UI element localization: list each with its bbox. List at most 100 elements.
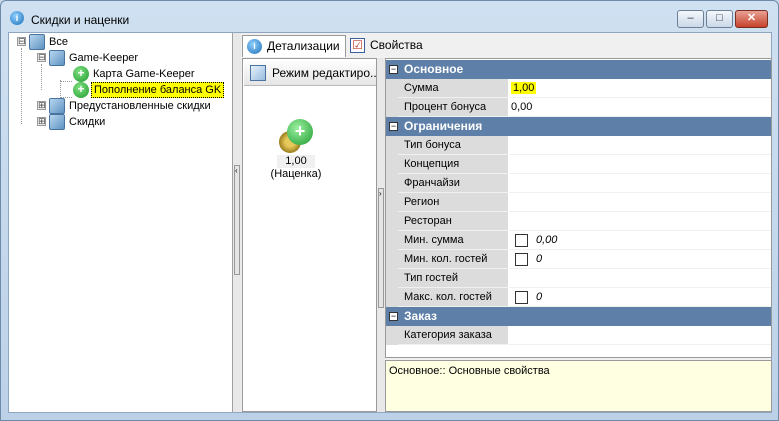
folder-icon bbox=[49, 114, 65, 130]
tab-label: Свойства bbox=[370, 38, 423, 52]
app-info-icon: i bbox=[10, 11, 24, 25]
category-title: Заказ bbox=[404, 309, 437, 323]
property-row-max-guests[interactable]: Макс. кол. гостей 0 bbox=[386, 288, 771, 307]
plus-icon: + bbox=[73, 82, 89, 98]
max-guests-value: 0 bbox=[536, 291, 543, 303]
category-order[interactable]: − Заказ bbox=[386, 307, 771, 326]
tree-node-label: Предустановленные скидки bbox=[69, 100, 211, 112]
tree-node-label-selected: Пополнение баланса GK bbox=[91, 82, 225, 98]
collapse-icon[interactable]: − bbox=[389, 312, 398, 321]
property-row-order-category[interactable]: Категория заказа bbox=[386, 326, 771, 345]
property-row-sum[interactable]: Сумма 1,00 bbox=[386, 79, 771, 98]
min-sum-value: 0,00 bbox=[536, 234, 558, 246]
property-name: Франчайзи bbox=[398, 174, 508, 193]
property-name: Мин. сумма bbox=[398, 231, 508, 250]
tree-line bbox=[21, 48, 22, 124]
row-gutter bbox=[386, 155, 398, 174]
minimize-button[interactable]: – bbox=[677, 10, 704, 28]
details-area: Режим редактиро... + 1,00 (Наценка) bbox=[242, 33, 377, 412]
edit-mode-button[interactable]: Режим редактиро... bbox=[244, 60, 376, 86]
property-grid[interactable]: − Основное Сумма 1,00 Процент бонуса 0,0… bbox=[385, 58, 772, 358]
property-value[interactable]: 0,00 bbox=[509, 98, 771, 117]
maximize-button[interactable]: □ bbox=[706, 10, 733, 28]
plus-icon: + bbox=[287, 119, 313, 145]
left-splitter[interactable]: ‹ bbox=[233, 33, 241, 412]
category-tree[interactable]: ⊟ Все ⊟ Game-Keeper + Карта Game-Keeper … bbox=[9, 33, 233, 412]
property-value[interactable]: 0 bbox=[509, 288, 771, 307]
edit-mode-icon bbox=[250, 65, 266, 81]
property-name: Макс. кол. гостей bbox=[398, 288, 508, 307]
min-sum-checkbox[interactable] bbox=[515, 233, 528, 247]
markup-icon: + bbox=[279, 119, 313, 153]
property-value[interactable] bbox=[509, 269, 771, 288]
close-button[interactable]: ✕ bbox=[735, 10, 768, 28]
client-area: ⊟ Все ⊟ Game-Keeper + Карта Game-Keeper … bbox=[8, 32, 772, 413]
row-gutter bbox=[386, 98, 398, 117]
property-row-min-sum[interactable]: Мин. сумма 0,00 bbox=[386, 231, 771, 250]
property-value[interactable] bbox=[509, 193, 771, 212]
tree-node-label: Game-Keeper bbox=[69, 52, 139, 64]
edit-mode-label: Режим редактиро... bbox=[272, 66, 376, 80]
property-name: Процент бонуса bbox=[398, 98, 508, 117]
property-value[interactable] bbox=[509, 136, 771, 155]
right-splitter[interactable]: › bbox=[377, 58, 385, 412]
folder-icon bbox=[49, 50, 65, 66]
plus-icon: + bbox=[73, 66, 89, 82]
collapse-left-arrow-icon[interactable]: ‹ bbox=[234, 165, 240, 275]
property-value[interactable] bbox=[509, 326, 771, 345]
window-title: Скидки и наценки bbox=[31, 13, 130, 27]
tree-node-label: Все bbox=[49, 36, 68, 48]
row-gutter bbox=[386, 288, 398, 307]
title-bar[interactable]: i Скидки и наценки – □ ✕ bbox=[1, 1, 778, 31]
row-gutter bbox=[386, 136, 398, 155]
category-title: Основное bbox=[404, 62, 464, 76]
property-row-concept[interactable]: Концепция bbox=[386, 155, 771, 174]
property-value[interactable] bbox=[509, 155, 771, 174]
tree-line bbox=[60, 80, 61, 98]
sum-value[interactable]: 1,00 bbox=[511, 82, 537, 94]
property-row-restaurant[interactable]: Ресторан bbox=[386, 212, 771, 231]
markup-value: 1,00 bbox=[277, 155, 315, 168]
max-guests-checkbox[interactable] bbox=[515, 290, 528, 304]
row-gutter bbox=[386, 326, 398, 345]
collapse-icon[interactable]: − bbox=[389, 122, 398, 131]
row-gutter bbox=[386, 193, 398, 212]
property-row-bonus-percent[interactable]: Процент бонуса 0,00 bbox=[386, 98, 771, 117]
category-basic[interactable]: − Основное bbox=[386, 60, 771, 79]
property-row-region[interactable]: Регион bbox=[386, 193, 771, 212]
expand-icon[interactable]: ⊞ bbox=[37, 117, 46, 126]
property-description: Основное:: Основные свойства bbox=[385, 360, 772, 412]
tree-line bbox=[41, 64, 42, 90]
row-gutter bbox=[386, 79, 398, 98]
row-gutter bbox=[386, 269, 398, 288]
folder-icon bbox=[29, 34, 45, 50]
property-value[interactable]: 0 bbox=[509, 250, 771, 269]
expand-icon[interactable]: ⊞ bbox=[37, 101, 46, 110]
property-row-franchisee[interactable]: Франчайзи bbox=[386, 174, 771, 193]
property-name: Сумма bbox=[398, 79, 508, 98]
category-limits[interactable]: − Ограничения bbox=[386, 117, 771, 136]
property-value[interactable] bbox=[509, 212, 771, 231]
markup-item[interactable]: + 1,00 (Наценка) bbox=[261, 119, 331, 181]
folder-icon bbox=[49, 98, 65, 114]
property-row-guest-type[interactable]: Тип гостей bbox=[386, 269, 771, 288]
category-title: Ограничения bbox=[404, 119, 483, 133]
row-gutter bbox=[386, 212, 398, 231]
collapse-icon[interactable]: ⊟ bbox=[17, 37, 26, 46]
property-name: Концепция bbox=[398, 155, 508, 174]
min-guests-value: 0 bbox=[536, 253, 543, 265]
property-row-min-guests[interactable]: Мин. кол. гостей 0 bbox=[386, 250, 771, 269]
row-gutter bbox=[386, 231, 398, 250]
property-name: Тип гостей bbox=[398, 269, 508, 288]
collapse-icon[interactable]: − bbox=[389, 65, 398, 74]
collapse-icon[interactable]: ⊟ bbox=[37, 53, 46, 62]
property-name: Регион bbox=[398, 193, 508, 212]
property-name: Категория заказа bbox=[398, 326, 508, 345]
property-row-bonus-type[interactable]: Тип бонуса bbox=[386, 136, 771, 155]
property-value[interactable]: 0,00 bbox=[509, 231, 771, 250]
property-value[interactable]: 1,00 bbox=[509, 79, 771, 98]
min-guests-checkbox[interactable] bbox=[515, 252, 528, 266]
property-name: Тип бонуса bbox=[398, 136, 508, 155]
expand-right-arrow-icon[interactable]: › bbox=[378, 188, 384, 308]
property-value[interactable] bbox=[509, 174, 771, 193]
